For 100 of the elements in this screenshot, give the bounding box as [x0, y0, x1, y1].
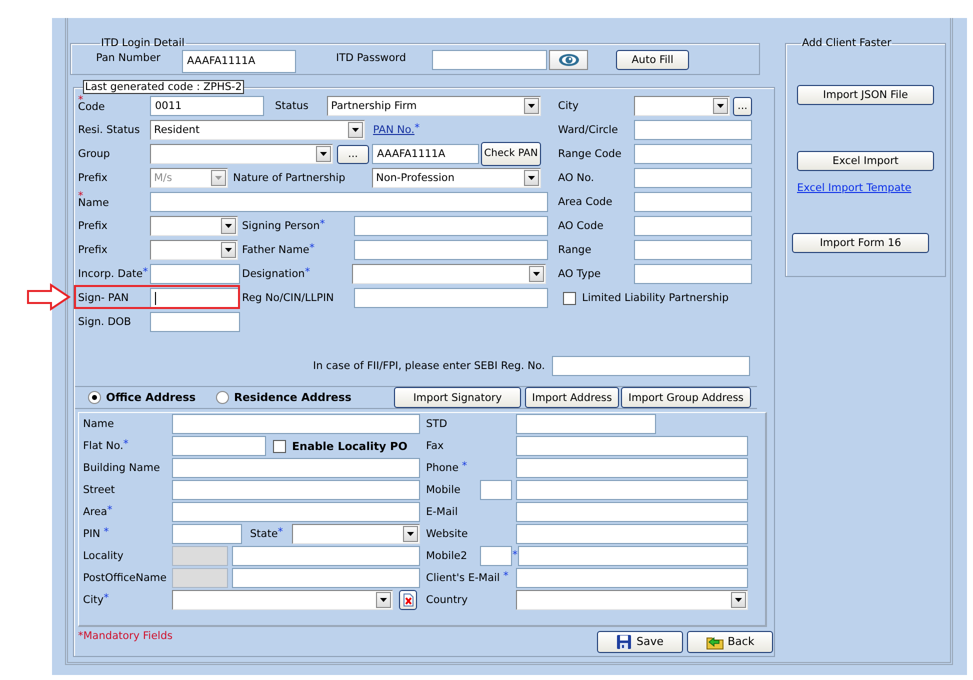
- field-label: Prefix: [78, 244, 109, 256]
- text-field[interactable]: [634, 168, 752, 188]
- text-field[interactable]: AAAFA1111A: [182, 50, 296, 73]
- ellipsis-button[interactable]: ...: [733, 96, 752, 116]
- mandatory-note: *Mandatory Fields: [78, 630, 173, 642]
- push-button[interactable]: Check PAN: [481, 142, 541, 166]
- text-field[interactable]: [516, 436, 748, 456]
- text-field[interactable]: [172, 458, 420, 478]
- text-field[interactable]: [172, 524, 242, 544]
- dropdown[interactable]: [516, 590, 748, 610]
- text-field[interactable]: [172, 414, 420, 434]
- text-field[interactable]: [354, 216, 548, 236]
- text-field[interactable]: [516, 524, 748, 544]
- field-label: Status: [275, 100, 310, 112]
- show-password-button[interactable]: [549, 50, 588, 70]
- field-label: Prefix: [78, 220, 109, 232]
- text-field[interactable]: [150, 192, 548, 212]
- clear-button[interactable]: [399, 590, 417, 610]
- text-field[interactable]: [150, 312, 240, 332]
- field-label: Ward/Circle: [558, 124, 619, 136]
- field-label: Signing Person*: [242, 220, 326, 232]
- push-button[interactable]: Excel Import: [797, 151, 934, 171]
- text-field[interactable]: [172, 502, 420, 522]
- field-label: Street: [83, 484, 116, 496]
- caret-icon: [221, 242, 236, 258]
- field-label: Fax: [426, 440, 445, 452]
- field-label: Phone *: [426, 462, 468, 474]
- field-label: Nature of Partnership: [233, 172, 346, 184]
- text-field[interactable]: [516, 458, 748, 478]
- text-field[interactable]: [516, 414, 656, 434]
- radio-button[interactable]: [88, 391, 101, 404]
- field-label: Range: [558, 244, 592, 256]
- field-label: Name: [83, 418, 115, 430]
- last-code-label: Last generated code : ZPHS-2: [83, 80, 244, 94]
- radio-label: Residence Address: [234, 391, 352, 404]
- dropdown[interactable]: [150, 216, 238, 236]
- text-field[interactable]: [518, 546, 748, 566]
- text-field[interactable]: [150, 288, 240, 308]
- field-label: Reg No/CIN/LLPIN: [242, 292, 335, 304]
- document-x-icon: [402, 593, 414, 607]
- pan-link[interactable]: PAN No.*: [373, 124, 420, 136]
- dropdown[interactable]: Non-Profession: [372, 168, 541, 188]
- text-field[interactable]: [354, 240, 548, 260]
- push-button[interactable]: Import Signatory: [394, 387, 521, 408]
- text-field[interactable]: [634, 120, 752, 140]
- field-label: Flat No.*: [83, 440, 130, 452]
- field-label: E-Mail: [426, 506, 459, 518]
- text-field[interactable]: [354, 288, 548, 308]
- text-field[interactable]: [516, 480, 748, 500]
- push-button[interactable]: Import Form 16: [792, 233, 929, 253]
- text-field[interactable]: [480, 480, 512, 500]
- dropdown[interactable]: [352, 264, 546, 284]
- template-link[interactable]: Excel Import Tempate: [797, 181, 912, 195]
- caret-icon: [731, 592, 746, 608]
- text-field[interactable]: [552, 356, 750, 376]
- text-field[interactable]: [150, 264, 240, 284]
- field-label: Website: [426, 528, 469, 540]
- text-field[interactable]: [634, 192, 752, 212]
- radio-button[interactable]: [216, 391, 229, 404]
- caret-icon: [211, 170, 226, 186]
- auto-fill-button[interactable]: Auto Fill: [616, 50, 689, 70]
- dropdown[interactable]: [150, 240, 238, 260]
- checkbox[interactable]: [273, 440, 286, 452]
- password-field[interactable]: [432, 50, 547, 70]
- text-field[interactable]: [516, 568, 748, 588]
- text-field[interactable]: [172, 436, 266, 456]
- checkbox[interactable]: [563, 292, 576, 304]
- dropdown[interactable]: [172, 590, 393, 610]
- text-field[interactable]: [634, 264, 752, 284]
- eye-icon: [558, 53, 580, 67]
- push-button[interactable]: Import Group Address: [621, 387, 751, 408]
- field-label: State*: [250, 528, 284, 540]
- back-button[interactable]: Back: [687, 631, 773, 653]
- text-field[interactable]: [634, 240, 752, 260]
- dropdown[interactable]: [292, 524, 420, 544]
- radio-label: Office Address: [106, 391, 196, 404]
- caret-icon: [403, 526, 418, 542]
- dropdown[interactable]: Partnership Firm: [327, 96, 541, 116]
- text-field[interactable]: [172, 480, 420, 500]
- text-field[interactable]: [232, 546, 420, 566]
- text-field[interactable]: [232, 568, 420, 588]
- text-field[interactable]: [634, 216, 752, 236]
- field-label: City: [558, 100, 580, 112]
- field-label: AO Type: [558, 268, 602, 280]
- dropdown[interactable]: [150, 144, 333, 164]
- save-button[interactable]: Save: [597, 631, 683, 653]
- dropdown[interactable]: [634, 96, 730, 116]
- field-label: In case of FII/FPI, please enter SEBI Reg. No.: [312, 360, 545, 372]
- text-field[interactable]: [634, 144, 752, 164]
- push-button[interactable]: Import Address: [525, 387, 619, 408]
- caret-icon: [524, 170, 539, 186]
- text-field[interactable]: AAAFA1111A: [372, 144, 479, 164]
- ellipsis-button[interactable]: ...: [337, 144, 369, 164]
- text-field[interactable]: 0011: [150, 96, 264, 116]
- text-field[interactable]: [516, 502, 748, 522]
- dropdown[interactable]: Resident: [150, 120, 365, 140]
- caret-icon: [529, 266, 544, 282]
- push-button[interactable]: Import JSON File: [797, 85, 934, 105]
- text-field[interactable]: [480, 546, 512, 566]
- field-label: AO No.: [558, 172, 596, 184]
